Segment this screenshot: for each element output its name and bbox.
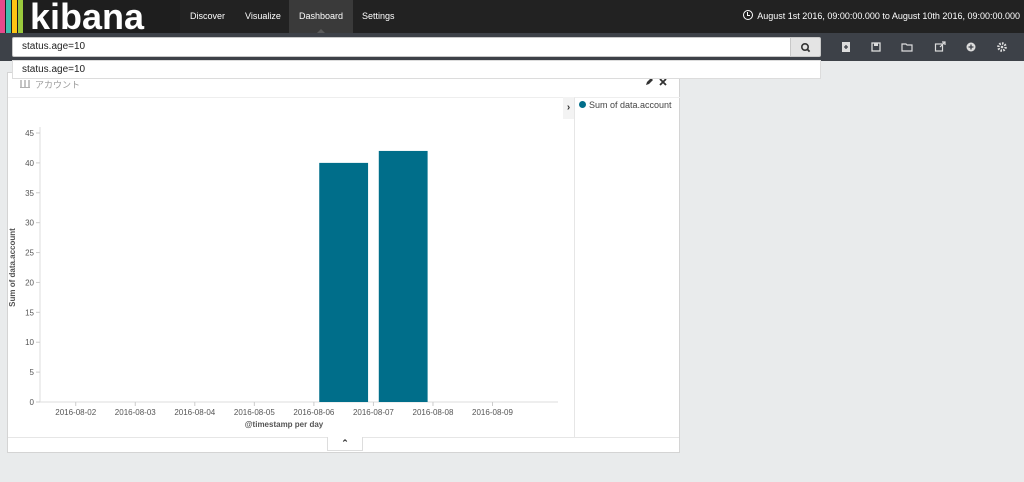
chevron-right-icon[interactable]: › bbox=[563, 97, 574, 119]
y-tick-label: 30 bbox=[25, 219, 34, 228]
search-input[interactable]: status.age=10 bbox=[12, 37, 791, 57]
y-axis-title: Sum of data.account bbox=[8, 228, 17, 307]
x-tick-label: 2016-08-03 bbox=[115, 408, 156, 417]
logo-stripe bbox=[6, 0, 11, 33]
chart-bar bbox=[319, 162, 369, 402]
x-tick-label: 2016-08-07 bbox=[353, 408, 394, 417]
x-tick-label: 2016-08-06 bbox=[293, 408, 334, 417]
logo-stripe bbox=[18, 0, 23, 33]
top-navbar: kibana Discover Visualize Dashboard Sett… bbox=[0, 0, 1024, 37]
clock-icon bbox=[743, 10, 754, 20]
options-icon[interactable] bbox=[995, 40, 1009, 54]
logo-stripe bbox=[0, 0, 5, 33]
y-tick-label: 20 bbox=[25, 278, 34, 287]
new-dashboard-icon[interactable] bbox=[839, 40, 853, 54]
y-tick-label: 45 bbox=[25, 129, 34, 138]
legend: Sum of data.account bbox=[574, 97, 680, 437]
kibana-logo[interactable]: kibana bbox=[0, 0, 180, 37]
logo-stripe bbox=[12, 0, 17, 33]
x-tick-label: 2016-08-02 bbox=[55, 408, 96, 417]
bar-chart: 0 5 10 15 20 25 30 35 40 45 2016-08-02 2016-08-03 20… bbox=[8, 127, 558, 429]
y-tick-label: 5 bbox=[30, 368, 35, 377]
search-icon bbox=[801, 43, 811, 53]
nav-visualize[interactable]: Visualize bbox=[235, 0, 291, 33]
share-icon[interactable] bbox=[933, 40, 947, 54]
save-icon[interactable] bbox=[869, 40, 883, 54]
open-icon[interactable] bbox=[900, 40, 914, 54]
y-tick-label: 15 bbox=[25, 308, 34, 317]
search-button[interactable] bbox=[790, 37, 821, 57]
y-tick-label: 40 bbox=[25, 159, 34, 168]
chevron-up-icon[interactable]: ⌃ bbox=[327, 437, 363, 451]
nav-discover[interactable]: Discover bbox=[180, 0, 235, 33]
add-panel-icon[interactable] bbox=[964, 40, 978, 54]
x-tick-label: 2016-08-08 bbox=[413, 408, 454, 417]
legend-dot-icon bbox=[579, 101, 586, 108]
panel-title-text: アカウント bbox=[35, 80, 81, 90]
visualization-panel: アカウント 0 5 10 15 20 25 30 35 40 45 2016-08-02 2016-0… bbox=[7, 72, 680, 453]
nav-dashboard[interactable]: Dashboard bbox=[289, 0, 354, 33]
chart-bar bbox=[378, 150, 428, 402]
y-tick-label: 10 bbox=[25, 338, 34, 347]
time-range-label: August 1st 2016, 09:00:00.000 to August … bbox=[757, 11, 1020, 21]
bar-chart-icon bbox=[20, 80, 30, 88]
x-tick-label: 2016-08-04 bbox=[174, 408, 215, 417]
nav-settings[interactable]: Settings bbox=[352, 0, 405, 33]
y-tick-label: 0 bbox=[30, 398, 35, 407]
legend-item[interactable]: Sum of data.account bbox=[579, 100, 672, 110]
x-axis-title: @timestamp per day bbox=[245, 420, 324, 429]
x-tick-label: 2016-08-09 bbox=[472, 408, 513, 417]
time-picker[interactable]: August 1st 2016, 09:00:00.000 to August … bbox=[743, 0, 1020, 33]
x-tick-label: 2016-08-05 bbox=[234, 408, 275, 417]
y-tick-label: 25 bbox=[25, 249, 34, 258]
search-suggestion[interactable]: status.age=10 bbox=[12, 60, 821, 79]
panel-title: アカウント bbox=[20, 78, 80, 91]
panel-footer: ⌃ bbox=[8, 437, 679, 452]
chart-area: 0 5 10 15 20 25 30 35 40 45 2016-08-02 2016-08-03 20… bbox=[8, 97, 573, 437]
legend-label: Sum of data.account bbox=[589, 100, 672, 110]
y-tick-label: 35 bbox=[25, 189, 34, 198]
